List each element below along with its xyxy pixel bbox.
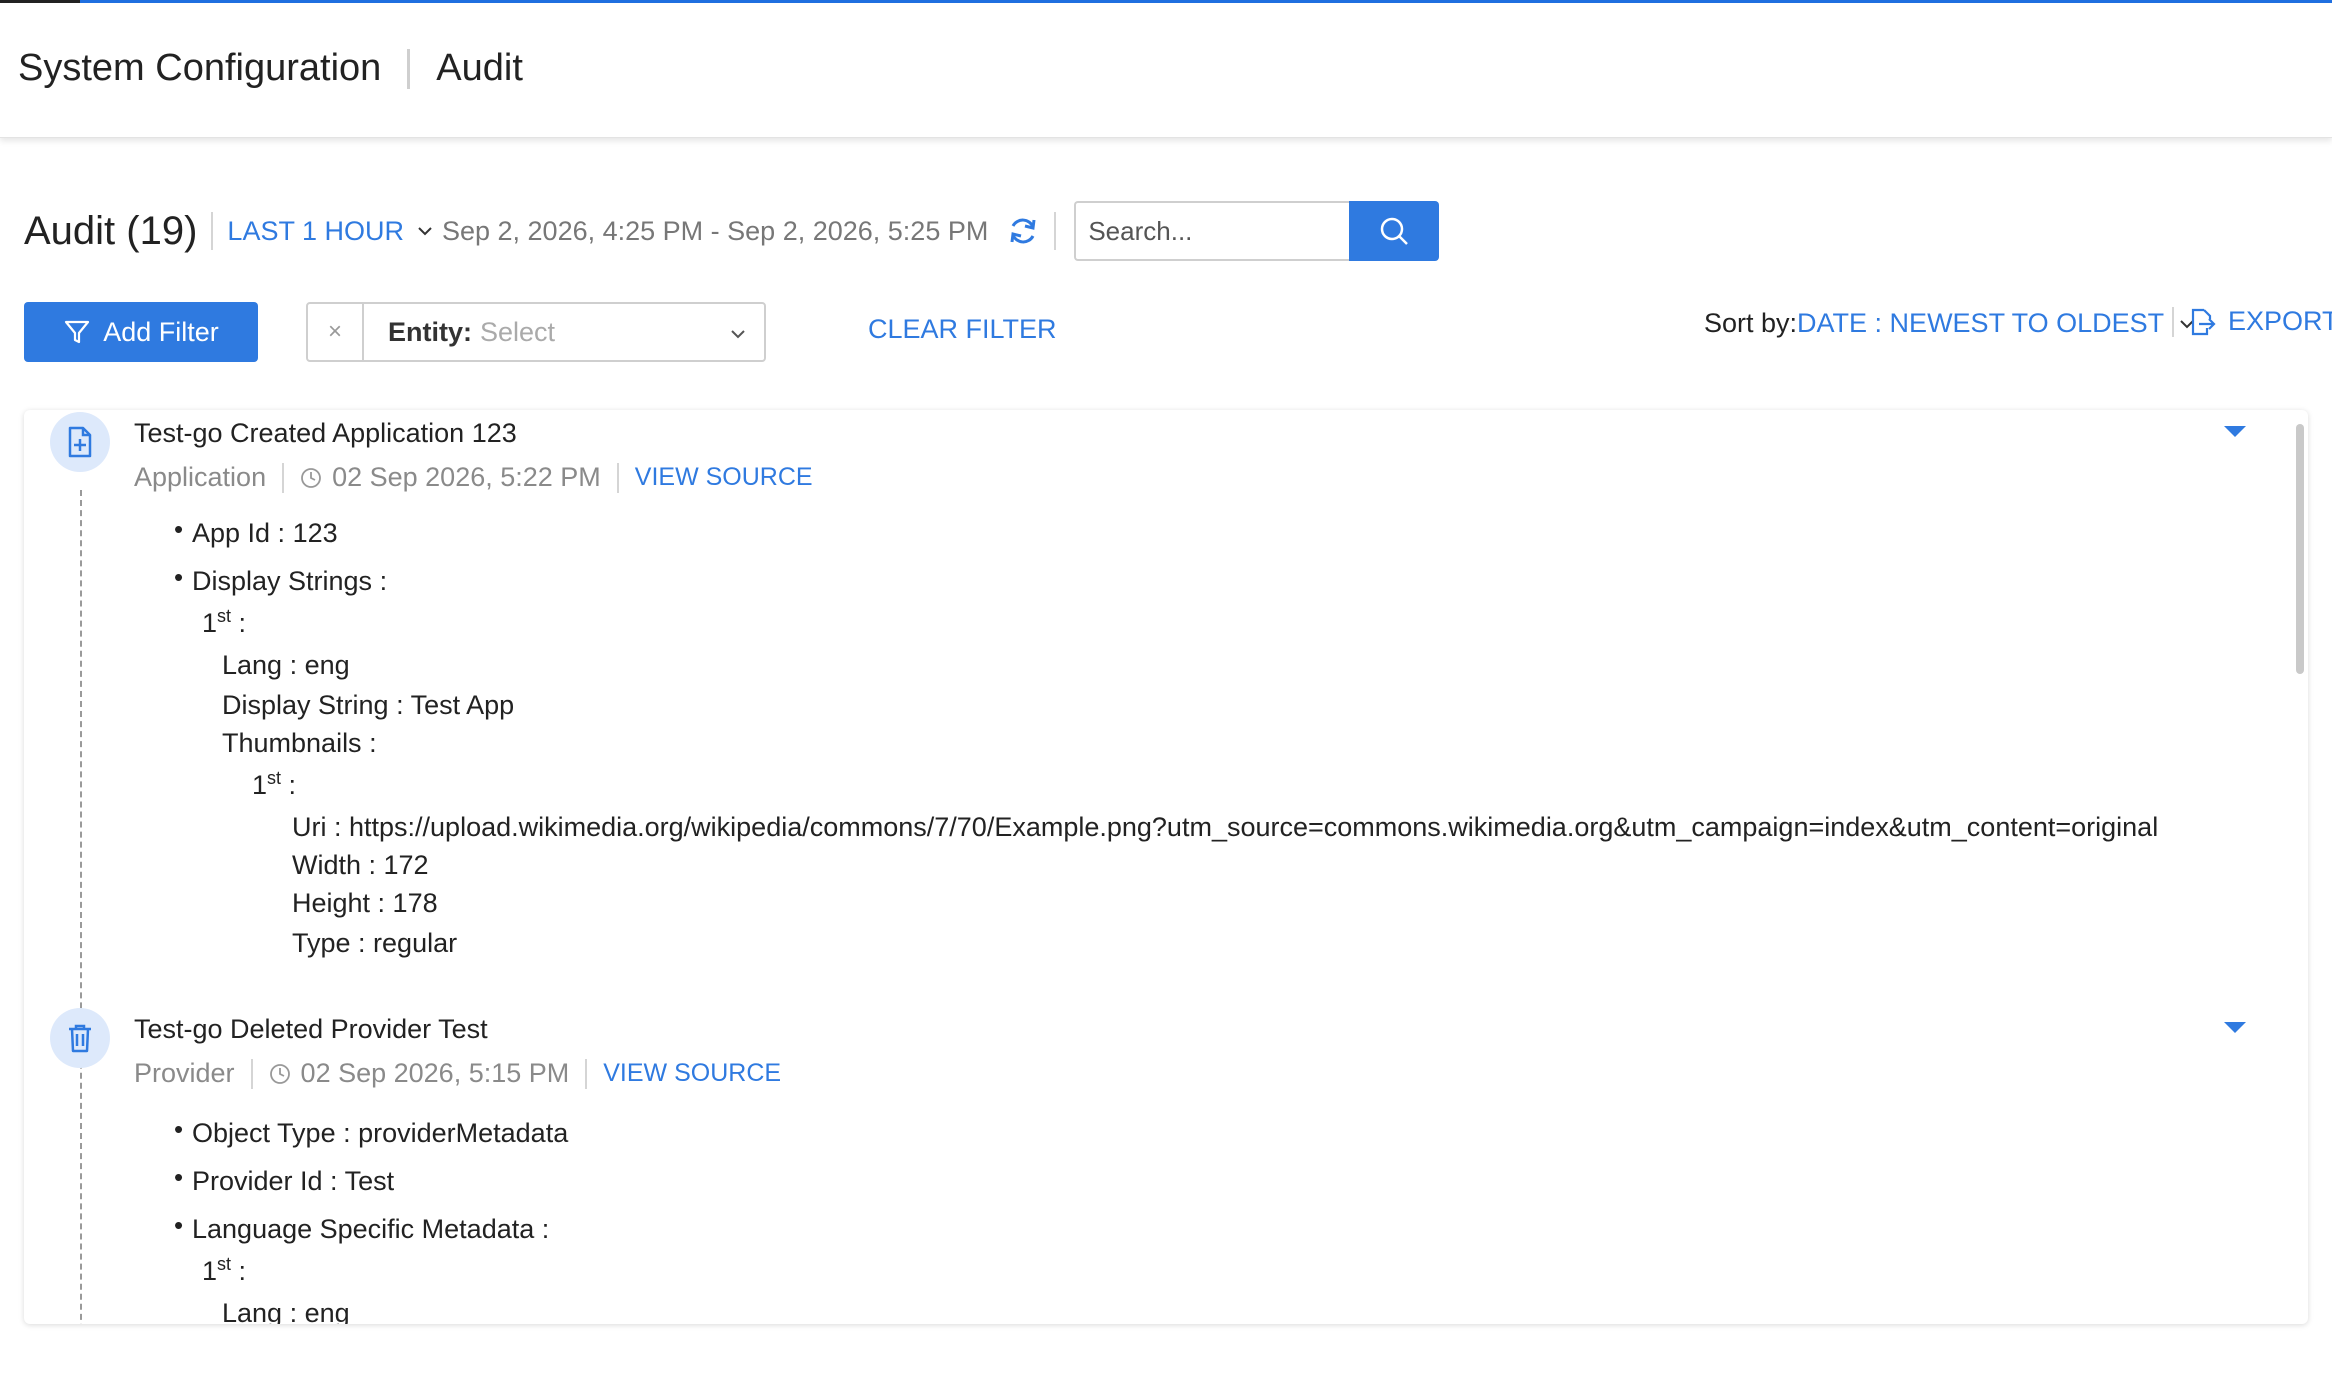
detail-lang: Lang : eng <box>222 650 350 680</box>
detail-height: Height : 178 <box>292 888 438 918</box>
top-progress-bar <box>0 0 2332 3</box>
refresh-icon[interactable] <box>1006 214 1040 248</box>
entry-title: Test-go Deleted Provider Test <box>134 1014 488 1044</box>
detail-thumb-first-index: 1st : <box>252 768 297 800</box>
entry-time: 02 Sep 2026, 5:15 PM <box>300 1058 570 1088</box>
detail-lang: Lang : eng <box>222 1298 350 1324</box>
add-filter-button[interactable]: Add Filter <box>24 302 258 362</box>
entry-meta: Application 02 Sep 2026, 5:22 PM VIEW SO… <box>134 462 813 493</box>
detail-thumbnails: Thumbnails : <box>222 728 377 758</box>
chevron-down-icon <box>418 227 432 236</box>
audit-list[interactable]: Test-go Created Application 123 Applicat… <box>24 410 2308 1324</box>
entry-time: 02 Sep 2026, 5:22 PM <box>332 462 601 492</box>
export-icon <box>2191 308 2216 335</box>
search-button[interactable] <box>1349 201 1440 261</box>
chevron-down-icon <box>731 330 745 339</box>
divider <box>585 1058 588 1089</box>
entry-type: Application <box>134 462 267 492</box>
sort-dropdown[interactable]: Sort by: DATE : NEWEST TO OLDEST <box>1704 308 2196 339</box>
clock-icon <box>269 1063 290 1084</box>
export-label: EXPORT <box>2228 306 2332 336</box>
export-button[interactable]: EXPORT <box>2172 306 2332 337</box>
detail-width: Width : 172 <box>292 850 429 880</box>
search-input[interactable] <box>1074 201 1350 261</box>
view-source-link[interactable]: VIEW SOURCE <box>635 463 813 492</box>
divider <box>250 1058 253 1089</box>
clear-filter-button[interactable]: CLEAR FILTER <box>868 314 1057 345</box>
expand-caret-icon[interactable] <box>2224 1022 2246 1033</box>
entity-placeholder: Select <box>480 316 556 347</box>
entity-filter-select[interactable]: × Entity: Select <box>306 302 766 362</box>
detail-uri: Uri : https://upload.wikimedia.org/wikip… <box>292 812 2159 842</box>
detail-language-metadata: Language Specific Metadata : <box>174 1210 549 1245</box>
entry-title: Test-go Created Application 123 <box>134 418 517 448</box>
detail-display-string: Display String : Test App <box>222 690 515 720</box>
time-range-dropdown[interactable]: LAST 1 HOUR <box>227 216 434 247</box>
divider <box>282 462 285 493</box>
divider <box>211 212 214 250</box>
detail-first-index: 1st : <box>202 606 247 638</box>
time-range-label: LAST 1 HOUR <box>227 215 404 246</box>
timeline-line <box>80 490 82 1324</box>
entry-type: Provider <box>134 1058 235 1088</box>
detail-object-type: Object Type : providerMetadata <box>174 1114 568 1149</box>
divider <box>2172 306 2174 337</box>
audit-toolbar: Audit (19) LAST 1 HOUR Sep 2, 2026, 4:25… <box>24 196 1440 266</box>
scrollbar[interactable] <box>2296 424 2304 674</box>
filter-icon <box>65 320 90 344</box>
detail-display-strings: Display Strings : <box>174 562 387 597</box>
detail-provider-id: Provider Id : Test <box>174 1162 394 1197</box>
sort-value: DATE : NEWEST TO OLDEST <box>1797 308 2165 338</box>
search-box <box>1074 201 1440 261</box>
date-range-text: Sep 2, 2026, 4:25 PM - Sep 2, 2026, 5:25… <box>441 215 989 246</box>
breadcrumb-separator <box>407 48 411 89</box>
entity-clear-button[interactable]: × <box>308 304 364 360</box>
divider <box>1054 212 1057 250</box>
page-title: Audit (19) <box>24 208 198 253</box>
file-plus-icon <box>50 412 110 472</box>
detail-app-id: App Id : 123 <box>174 514 338 549</box>
breadcrumb-system-configuration[interactable]: System Configuration <box>18 47 381 90</box>
page-header: System Configuration Audit <box>0 0 2332 138</box>
divider <box>616 462 619 493</box>
clock-icon <box>301 467 321 488</box>
expand-caret-icon[interactable] <box>2224 426 2246 437</box>
view-source-link[interactable]: VIEW SOURCE <box>603 1059 781 1088</box>
add-filter-label: Add Filter <box>103 316 219 347</box>
search-icon <box>1381 217 1409 245</box>
detail-first-index: 1st : <box>202 1254 247 1286</box>
entity-label: Entity: <box>388 316 472 347</box>
trash-icon <box>50 1008 110 1068</box>
breadcrumb-audit: Audit <box>436 47 523 89</box>
sort-label: Sort by: <box>1704 308 1798 338</box>
entry-meta: Provider 02 Sep 2026, 5:15 PM VIEW SOURC… <box>134 1058 781 1089</box>
detail-type: Type : regular <box>292 928 458 958</box>
